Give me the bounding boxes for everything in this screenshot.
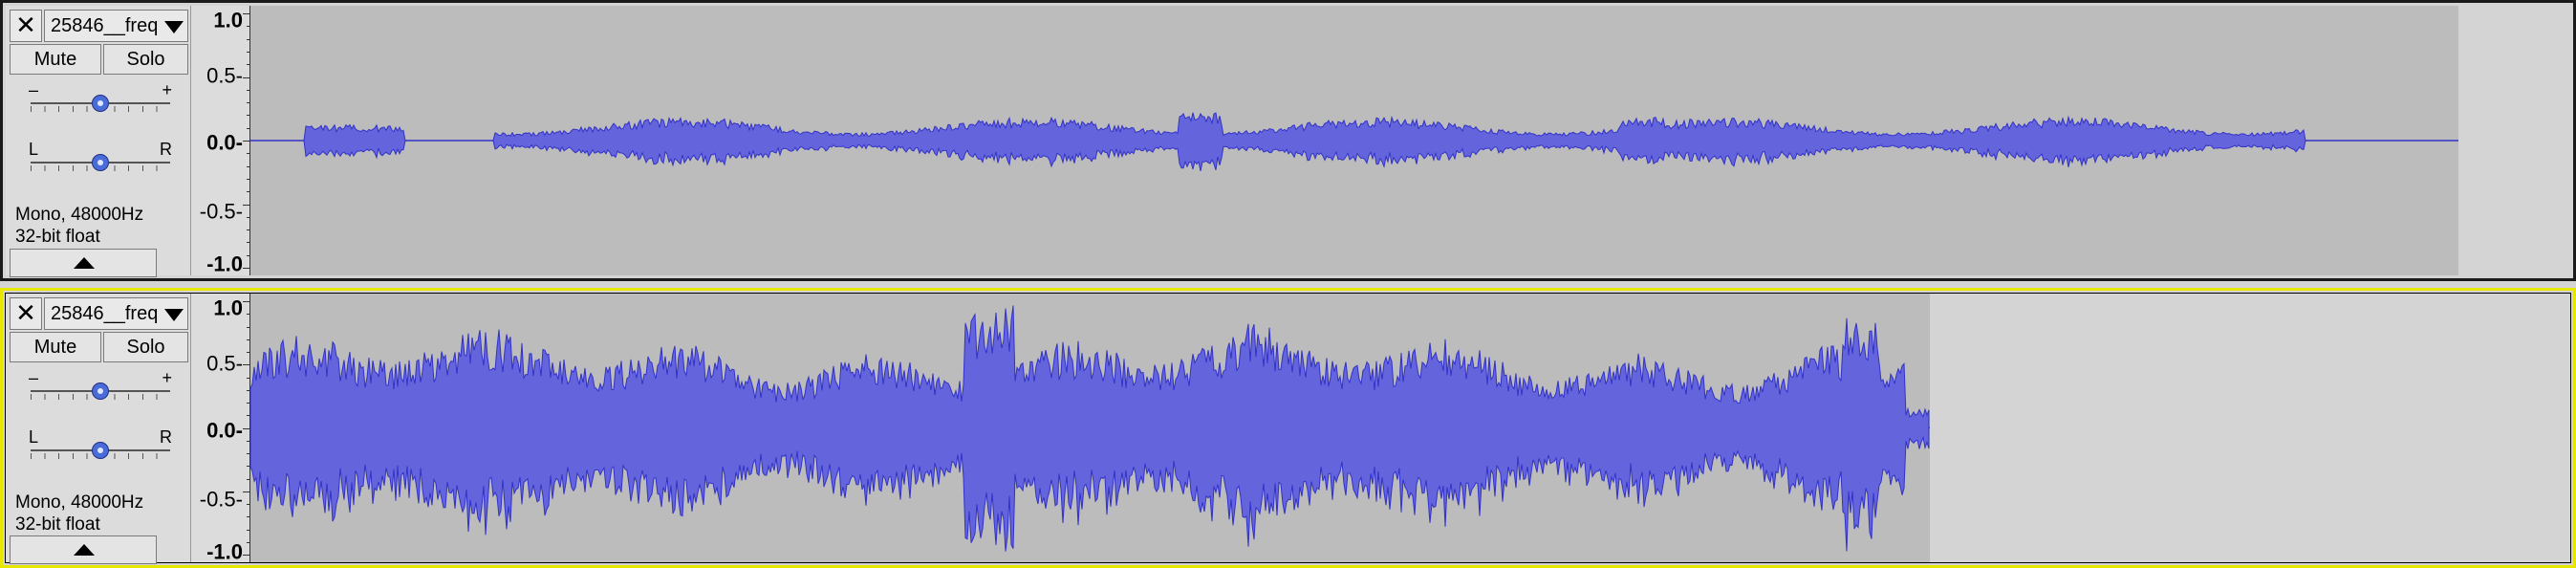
ruler-tick — [243, 555, 250, 556]
ruler-tick — [243, 301, 250, 302]
track-name-menu-button[interactable]: 25846__freq — [44, 297, 188, 330]
pan-right-label: R — [160, 427, 172, 447]
ruler-label-top: 1.0 — [213, 8, 243, 33]
ruler-tick — [243, 204, 250, 206]
format-sample-type: 32-bit float — [15, 514, 100, 535]
pan-slider-thumb[interactable] — [92, 442, 109, 459]
pan-left-label: L — [29, 427, 39, 447]
gain-minus-label: – — [29, 80, 39, 99]
ruler-label-zero: 0.0- — [206, 130, 243, 155]
mute-button[interactable]: Mute — [10, 332, 101, 362]
track-control-panel: ✕ 25846__freq Mute Solo – + L R Mono, 48… — [6, 6, 191, 277]
format-channels-rate: Mono, 48000Hz — [15, 492, 144, 513]
track-format-info: Mono, 48000Hz 32-bit float — [15, 204, 143, 248]
track-format-info: Mono, 48000Hz 32-bit float — [15, 492, 143, 535]
waveform-clip[interactable] — [250, 294, 1930, 562]
ruler-label-top: 1.0 — [213, 295, 243, 320]
track-control-panel: ✕ 25846__freq Mute Solo – + L R Mono, 48… — [6, 294, 191, 564]
collapse-up-icon — [74, 257, 95, 269]
solo-button[interactable]: Solo — [103, 44, 188, 75]
ruler-label-bottom: -1.0 — [206, 539, 243, 564]
ruler-tick — [243, 427, 250, 429]
pan-left-label: L — [29, 140, 39, 159]
ruler-tick — [243, 268, 250, 269]
vertical-amplitude-ruler: 1.0 0.5- 0.0- -0.5- -1.0 — [190, 294, 250, 564]
ruler-tick — [243, 13, 250, 14]
ruler-tick — [243, 141, 250, 142]
ruler-label-half: 0.5- — [206, 351, 243, 376]
track-name-label: 25846__freq — [51, 15, 159, 36]
waveform-shape — [250, 112, 2458, 172]
ruler-tick — [243, 364, 250, 366]
audio-track-2[interactable]: ✕ 25846__freq Mute Solo – + L R Mono, 48… — [0, 288, 2576, 568]
collapse-track-button[interactable] — [10, 249, 157, 277]
ruler-label-neg-half: -0.5- — [199, 199, 243, 224]
gain-minus-label: – — [29, 368, 39, 387]
track-name-label: 25846__freq — [51, 303, 159, 324]
ruler-label-bottom: -1.0 — [206, 251, 243, 276]
gain-plus-label: + — [162, 80, 172, 99]
ruler-tick — [243, 76, 250, 78]
gain-slider-thumb[interactable] — [92, 95, 109, 112]
format-channels-rate: Mono, 48000Hz — [15, 205, 144, 225]
solo-button[interactable]: Solo — [103, 332, 188, 362]
gain-slider[interactable]: – + — [27, 80, 174, 124]
close-track-button[interactable]: ✕ — [10, 10, 42, 42]
format-sample-type: 32-bit float — [15, 227, 100, 247]
pan-right-label: R — [160, 140, 172, 159]
ruler-label-neg-half: -0.5- — [199, 487, 243, 512]
track-name-menu-button[interactable]: 25846__freq — [44, 10, 188, 42]
pan-slider[interactable]: L R — [27, 427, 174, 471]
dropdown-arrow-icon — [164, 21, 184, 33]
mute-button[interactable]: Mute — [10, 44, 101, 75]
ruler-label-half: 0.5- — [206, 63, 243, 88]
gain-slider-thumb[interactable] — [92, 382, 109, 400]
waveform-shape — [250, 305, 1930, 552]
pan-slider-thumb[interactable] — [92, 154, 109, 171]
ruler-label-zero: 0.0- — [206, 418, 243, 443]
pan-slider[interactable]: L R — [27, 140, 174, 184]
gain-slider[interactable]: – + — [27, 368, 174, 412]
waveform-area[interactable] — [250, 294, 1930, 562]
vertical-amplitude-ruler: 1.0 0.5- 0.0- -0.5- -1.0 — [190, 6, 250, 276]
collapse-track-button[interactable] — [10, 535, 157, 564]
waveform-area[interactable] — [250, 6, 2458, 275]
waveform-clip[interactable] — [250, 6, 2458, 275]
audio-track-1[interactable]: ✕ 25846__freq Mute Solo – + L R Mono, 48… — [0, 0, 2576, 281]
gain-plus-label: + — [162, 368, 172, 387]
dropdown-arrow-icon — [164, 309, 184, 321]
collapse-up-icon — [74, 544, 95, 556]
close-track-button[interactable]: ✕ — [10, 297, 42, 330]
